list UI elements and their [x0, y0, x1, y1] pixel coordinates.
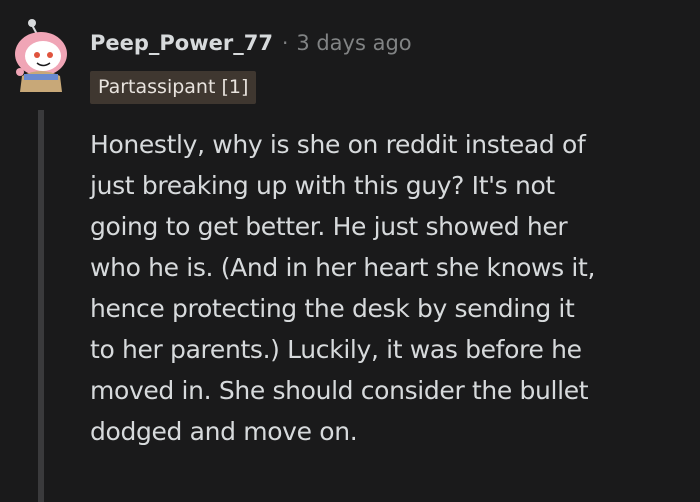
- comment-body-line: just breaking up with this guy? It's not: [90, 171, 555, 200]
- comment-body-line: moved in. She should consider the bullet: [90, 376, 589, 405]
- comment-body-line: Honestly, why is she on reddit instead o…: [90, 130, 586, 159]
- username-link[interactable]: Peep_Power_77: [90, 31, 273, 55]
- user-avatar[interactable]: [8, 18, 74, 94]
- comment-body: Honestly, why is she on reddit instead o…: [90, 124, 690, 452]
- comment-body-line: to her parents.) Luckily, it was before …: [90, 335, 582, 364]
- comment-body-line: dodged and move on.: [90, 417, 358, 446]
- meta-separator: ·: [281, 31, 289, 55]
- snoo-avatar-icon: [15, 19, 67, 92]
- comment-body-line: going to get better. He just showed her: [90, 212, 568, 241]
- thread-collapse-line[interactable]: [38, 110, 44, 502]
- comment-body-line: hence protecting the desk by sending it: [90, 294, 575, 323]
- comment-meta: Peep_Power_77 · 3 days ago: [90, 26, 412, 60]
- user-flair: Partassipant [1]: [90, 71, 257, 104]
- timestamp-link[interactable]: 3 days ago: [296, 31, 411, 55]
- comment: Peep_Power_77 · 3 days ago Partassipant …: [0, 0, 700, 502]
- comment-body-line: who he is. (And in her heart she knows i…: [90, 253, 596, 282]
